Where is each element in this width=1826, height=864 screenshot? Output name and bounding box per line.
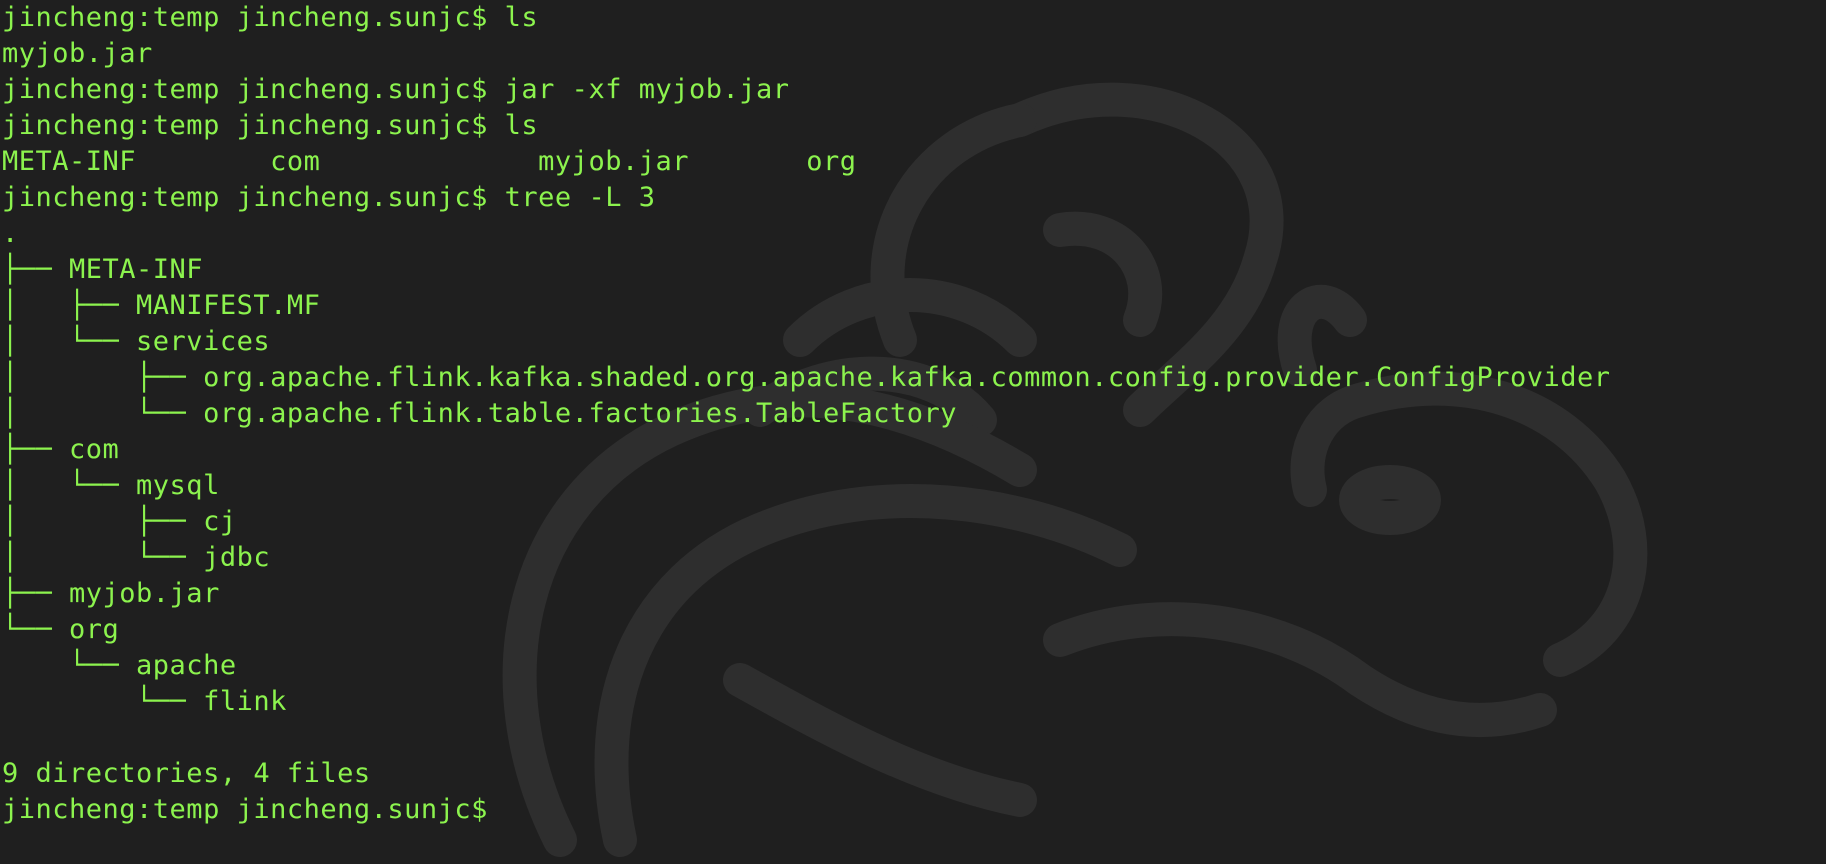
terminal-line: ├── myjob.jar (2, 578, 220, 609)
terminal-line: jincheng:temp jincheng.sunjc$ ls (2, 110, 539, 141)
terminal-line: └── apache (2, 650, 237, 681)
terminal-line: │ └── mysql (2, 470, 220, 501)
terminal-line: ├── META-INF (2, 254, 204, 285)
terminal-line: jincheng:temp jincheng.sunjc$ jar -xf my… (2, 74, 790, 105)
terminal-prompt-input[interactable]: jincheng:temp jincheng.sunjc$ (2, 792, 1611, 828)
terminal-line: jincheng:temp jincheng.sunjc$ tree -L 3 (2, 182, 656, 213)
terminal-line: └── flink (2, 686, 287, 717)
terminal-line: ├── com (2, 434, 120, 465)
terminal-line: │ └── services (2, 326, 271, 357)
terminal-line: │ ├── cj (2, 506, 237, 537)
terminal-line: │ ├── MANIFEST.MF (2, 290, 321, 321)
terminal-line: │ └── jdbc (2, 542, 271, 573)
terminal-line: META-INF com myjob.jar org (2, 146, 857, 177)
terminal-output: jincheng:temp jincheng.sunjc$ ls myjob.ja… (2, 0, 1611, 828)
terminal-line: . (2, 218, 19, 249)
terminal-line: 9 directories, 4 files (2, 758, 371, 789)
terminal-line: myjob.jar (2, 38, 153, 69)
terminal-window[interactable]: jincheng:temp jincheng.sunjc$ ls myjob.ja… (0, 0, 1826, 864)
terminal-line: └── org (2, 614, 120, 645)
terminal-line: jincheng:temp jincheng.sunjc$ ls (2, 2, 539, 33)
terminal-line: │ └── org.apache.flink.table.factories.T… (2, 398, 958, 429)
terminal-line: │ ├── org.apache.flink.kafka.shaded.org.… (2, 362, 1611, 393)
